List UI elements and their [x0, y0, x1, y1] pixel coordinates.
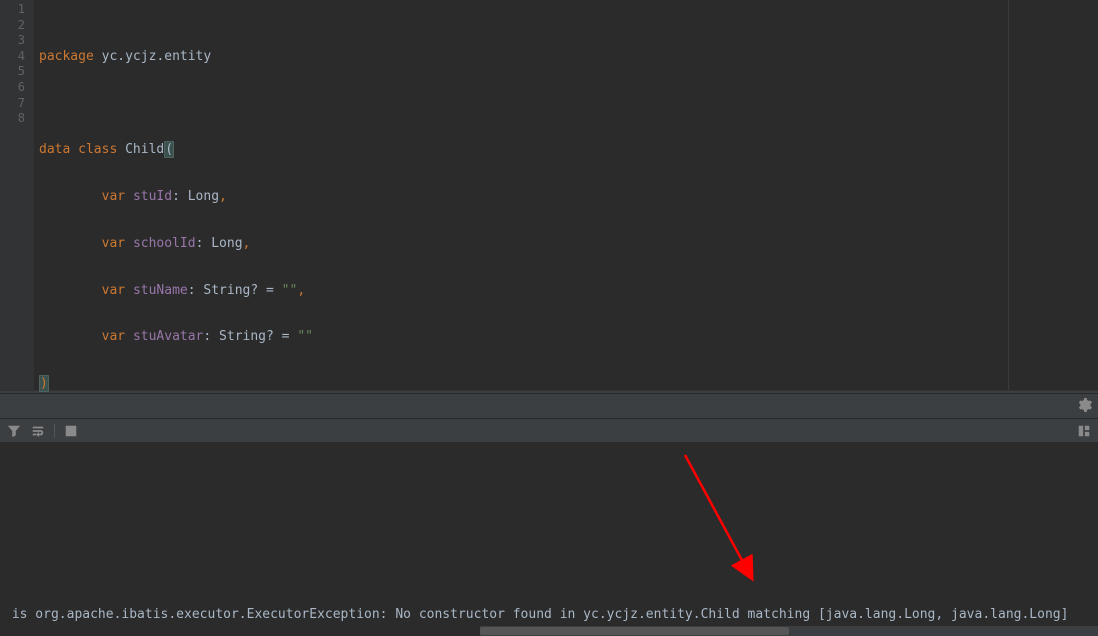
comma: ,	[243, 236, 251, 251]
code-line: )	[39, 376, 1098, 392]
type-name: String?	[219, 329, 274, 344]
horizontal-scrollbar[interactable]	[480, 626, 1098, 636]
comma: ,	[219, 189, 227, 204]
scroll-to-end-icon[interactable]	[63, 423, 79, 439]
line-number: 8	[0, 111, 25, 127]
close-paren: )	[39, 375, 49, 392]
code-editor[interactable]: package yc.ycjz.entity data class Child(…	[34, 0, 1098, 390]
type-name: String?	[203, 283, 258, 298]
line-number: 7	[0, 96, 25, 112]
field-name: stuAvatar	[133, 329, 203, 344]
filter-icon[interactable]	[6, 423, 22, 439]
colon: :	[172, 189, 180, 204]
comma: ,	[297, 283, 305, 298]
field-name: schoolId	[133, 236, 196, 251]
wrap-icon[interactable]	[30, 423, 46, 439]
string-literal: ""	[297, 329, 313, 344]
equals: =	[282, 329, 290, 344]
type-name: Long	[211, 236, 242, 251]
line-number: 1	[0, 2, 25, 18]
layout-icon[interactable]	[1076, 423, 1092, 439]
field-name: stuName	[133, 283, 188, 298]
code-line: var stuAvatar: String? = ""	[39, 329, 1098, 345]
keyword-var: var	[102, 189, 125, 204]
code-line: var stuName: String? = "",	[39, 283, 1098, 299]
line-number: 3	[0, 33, 25, 49]
scrollbar-thumb[interactable]	[480, 627, 789, 635]
console-error-line: is org.apache.ibatis.executor.ExecutorEx…	[4, 607, 1068, 622]
code-line: var stuId: Long,	[39, 189, 1098, 205]
class-name: Child	[125, 142, 164, 157]
right-margin-guide	[1008, 0, 1009, 390]
package-name: yc.ycjz.entity	[102, 49, 212, 64]
line-number: 5	[0, 64, 25, 80]
code-line: package yc.ycjz.entity	[39, 49, 1098, 65]
keyword-var: var	[102, 283, 125, 298]
field-name: stuId	[133, 189, 172, 204]
code-line: data class Child(	[39, 142, 1098, 158]
console-output[interactable]: is org.apache.ibatis.executor.ExecutorEx…	[0, 442, 1098, 636]
colon: :	[188, 283, 196, 298]
line-number: 2	[0, 18, 25, 34]
gear-icon[interactable]	[1078, 398, 1092, 412]
keyword-var: var	[102, 329, 125, 344]
tool-window-header	[0, 394, 1098, 418]
line-number: 6	[0, 80, 25, 96]
toolbar-separator	[54, 424, 55, 438]
keyword-data: data	[39, 142, 70, 157]
open-paren: (	[164, 141, 174, 158]
keyword-class: class	[78, 142, 117, 157]
gutter: 1 2 3 4 5 6 7 8	[0, 0, 34, 390]
editor-area: 1 2 3 4 5 6 7 8 package yc.ycjz.entity d…	[0, 0, 1098, 390]
type-name: Long	[188, 189, 219, 204]
keyword-var: var	[102, 236, 125, 251]
line-number: 4	[0, 49, 25, 65]
equals: =	[266, 283, 274, 298]
colon: :	[203, 329, 211, 344]
code-line	[39, 96, 1098, 112]
code-line: var schoolId: Long,	[39, 236, 1098, 252]
string-literal: ""	[282, 283, 298, 298]
colon: :	[196, 236, 204, 251]
keyword-package: package	[39, 49, 94, 64]
